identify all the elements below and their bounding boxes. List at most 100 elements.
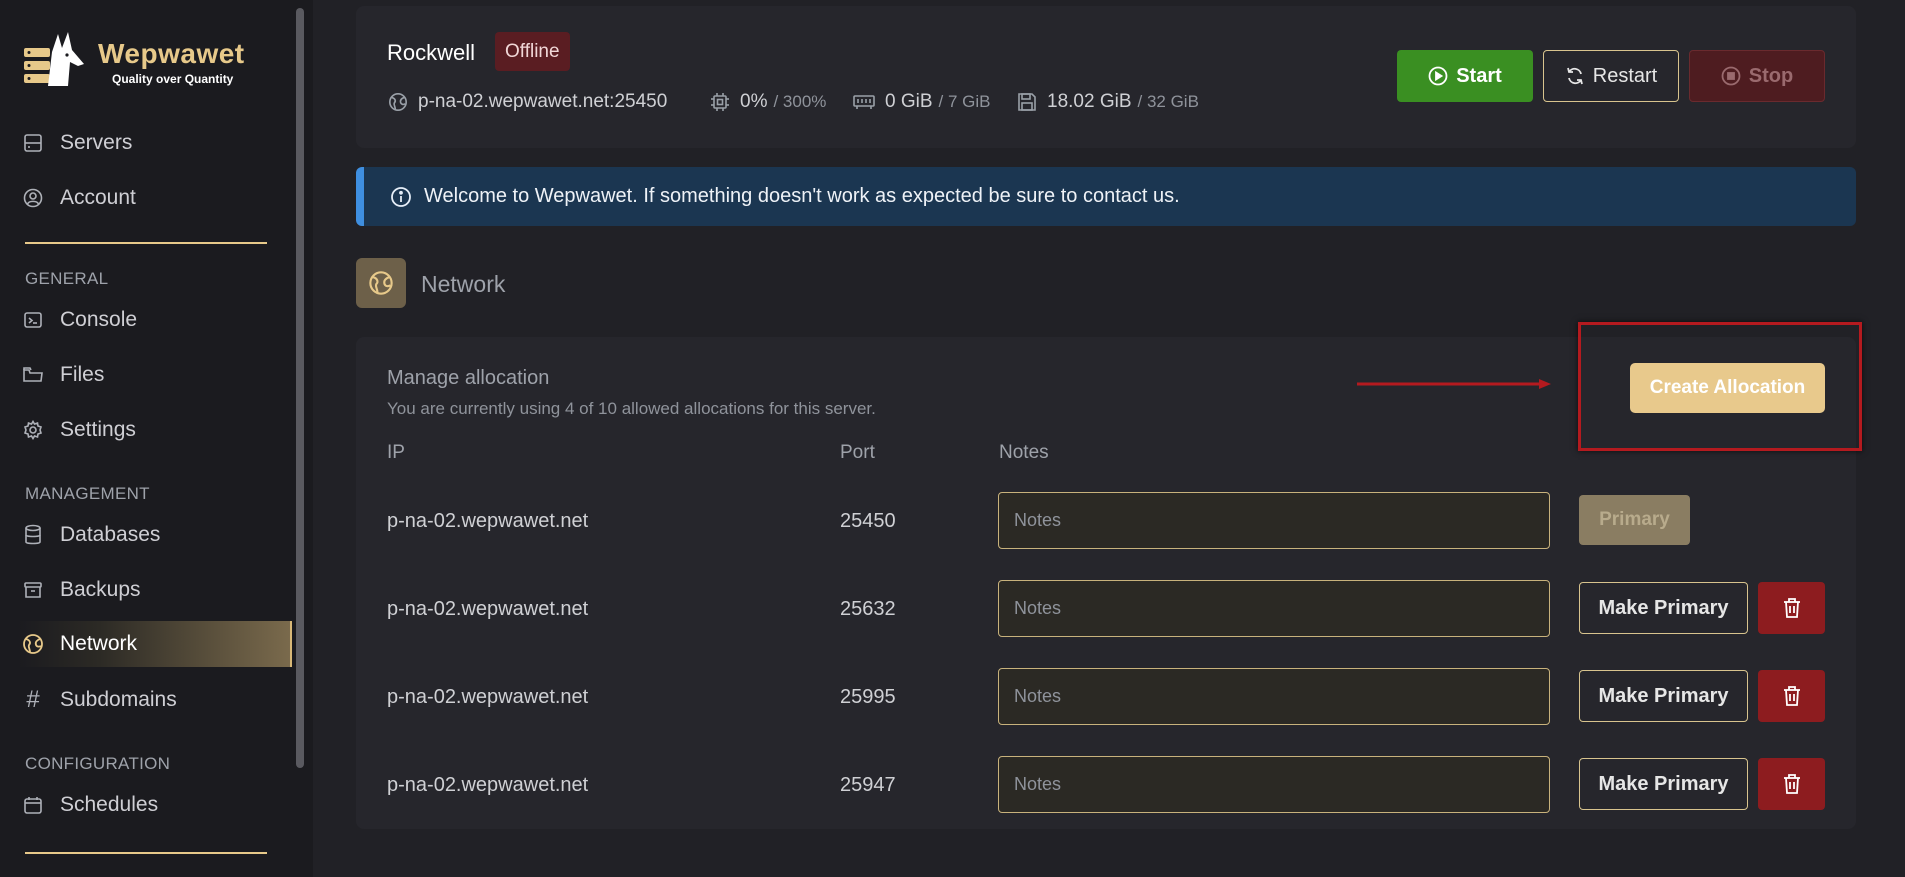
- address-text: p-na-02.wepwawet.net:25450: [418, 91, 668, 112]
- restart-label: Restart: [1592, 64, 1658, 87]
- make-primary-button[interactable]: Make Primary: [1579, 582, 1748, 634]
- notes-input[interactable]: [998, 668, 1550, 725]
- sidebar-item-files[interactable]: Files: [20, 352, 288, 398]
- cpu-icon: [710, 92, 730, 112]
- sidebar-item-databases[interactable]: Databases: [20, 512, 288, 558]
- server-address: p-na-02.wepwawet.net:25450: [388, 90, 667, 114]
- hash-icon: #: [26, 686, 40, 713]
- calendar-icon: [20, 792, 46, 818]
- sidebar-item-network[interactable]: Network: [18, 621, 292, 667]
- alert-text: Welcome to Wepwawet. If something doesn'…: [424, 185, 1180, 207]
- sidebar-item-label: Account: [60, 186, 136, 209]
- page-title: Network: [421, 271, 506, 297]
- column-header-port: Port: [840, 442, 875, 463]
- sidebar-item-label: Databases: [60, 523, 161, 546]
- brand-tagline: Quality over Quantity: [112, 72, 234, 86]
- sidebar-item-label: Settings: [60, 418, 136, 441]
- cpu-used: 0%: [740, 91, 768, 112]
- delete-allocation-button[interactable]: [1758, 758, 1825, 810]
- make-primary-button[interactable]: Make Primary: [1579, 758, 1748, 810]
- notes-input[interactable]: [998, 492, 1550, 549]
- annotation-arrow-icon: [1357, 379, 1551, 389]
- sidebar-item-backups[interactable]: Backups: [20, 567, 288, 613]
- globe-icon: [388, 92, 408, 112]
- cpu-stat: 0% / 300%: [710, 90, 826, 114]
- section-label-general: GENERAL: [25, 269, 109, 288]
- allocation-ip: p-na-02.wepwawet.net: [387, 510, 589, 532]
- info-icon: [390, 186, 412, 208]
- stop-label: Stop: [1748, 64, 1794, 87]
- disk-limit: / 32 GiB: [1137, 92, 1199, 111]
- allocation-port: 25947: [840, 774, 896, 796]
- user-circle-icon: [20, 185, 46, 211]
- sidebar-item-console[interactable]: Console: [20, 297, 288, 343]
- gear-icon: [20, 417, 46, 443]
- disk-stat: 18.02 GiB / 32 GiB: [1017, 90, 1199, 114]
- sidebar-item-label: Schedules: [60, 793, 159, 816]
- allocation-ip: p-na-02.wepwawet.net: [387, 598, 589, 620]
- manage-allocation-title: Manage allocation: [387, 367, 550, 389]
- delete-allocation-button[interactable]: [1758, 582, 1825, 634]
- welcome-alert: Welcome to Wepwawet. If something doesn'…: [356, 167, 1856, 226]
- archive-icon: [20, 577, 46, 603]
- sidebar-item-schedules[interactable]: Schedules: [20, 782, 288, 828]
- annotation-highlight-box: [1578, 322, 1862, 451]
- allocation-ip: p-na-02.wepwawet.net: [387, 686, 589, 708]
- primary-badge-button: Primary: [1579, 495, 1690, 545]
- server-name: Rockwell: [387, 40, 476, 65]
- notes-input[interactable]: [998, 756, 1550, 813]
- column-header-notes: Notes: [999, 442, 1049, 463]
- sidebar-item-label: Console: [60, 308, 138, 331]
- restart-button[interactable]: Restart: [1543, 50, 1679, 102]
- brand-name: Wepwawet: [98, 38, 245, 69]
- allocation-usage-text: You are currently using 4 of 10 allowed …: [387, 399, 876, 418]
- sidebar-item-settings[interactable]: Settings: [20, 407, 288, 453]
- memory-used: 0 GiB: [885, 91, 933, 112]
- allocation-ip: p-na-02.wepwawet.net: [387, 774, 589, 796]
- refresh-icon: [1565, 66, 1585, 86]
- sidebar-divider: [25, 242, 267, 244]
- section-label-management: MANAGEMENT: [25, 484, 150, 503]
- network-section-icon: [356, 258, 406, 308]
- delete-allocation-button[interactable]: [1758, 670, 1825, 722]
- start-button[interactable]: Start: [1397, 50, 1533, 102]
- sidebar-scrollbar[interactable]: [296, 8, 304, 768]
- brand-logo[interactable]: Wepwawet Quality over Quantity: [22, 28, 282, 96]
- memory-icon: [853, 93, 875, 111]
- trash-icon: [1783, 598, 1800, 618]
- sidebar-item-label: Servers: [60, 131, 133, 154]
- column-header-ip: IP: [387, 442, 405, 463]
- cpu-limit: / 300%: [773, 92, 827, 111]
- play-circle-icon: [1428, 66, 1448, 86]
- save-disk-icon: [1017, 92, 1037, 112]
- sidebar: Wepwawet Quality over Quantity Servers A…: [0, 0, 313, 877]
- allocation-port: 25450: [840, 510, 896, 532]
- terminal-icon: [20, 307, 46, 333]
- sidebar-item-account[interactable]: Account: [20, 175, 288, 221]
- disk-used: 18.02 GiB: [1047, 91, 1132, 112]
- memory-limit: / 7 GiB: [938, 92, 991, 111]
- database-icon: [20, 522, 46, 548]
- server-icon: [20, 130, 46, 156]
- make-primary-button[interactable]: Make Primary: [1579, 670, 1748, 722]
- sidebar-item-subdomains[interactable]: # Subdomains: [20, 677, 288, 723]
- sidebar-item-label: Backups: [60, 578, 141, 601]
- memory-stat: 0 GiB / 7 GiB: [853, 90, 991, 114]
- stop-circle-icon: [1721, 66, 1741, 86]
- globe-icon: [20, 631, 46, 657]
- sidebar-item-servers[interactable]: Servers: [20, 120, 288, 166]
- allocation-port: 25632: [840, 598, 896, 620]
- globe-icon: [369, 271, 393, 295]
- trash-icon: [1783, 686, 1800, 706]
- start-label: Start: [1456, 64, 1502, 87]
- allocation-port: 25995: [840, 686, 896, 708]
- folder-icon: [20, 362, 46, 388]
- notes-input[interactable]: [998, 580, 1550, 637]
- section-label-configuration: CONFIGURATION: [25, 754, 171, 773]
- sidebar-item-label: Files: [60, 363, 105, 386]
- jackal-logo-icon: [24, 32, 84, 86]
- trash-icon: [1783, 774, 1800, 794]
- sidebar-item-label: Network: [60, 632, 138, 655]
- stop-button[interactable]: Stop: [1689, 50, 1825, 102]
- sidebar-item-label: Subdomains: [60, 688, 177, 711]
